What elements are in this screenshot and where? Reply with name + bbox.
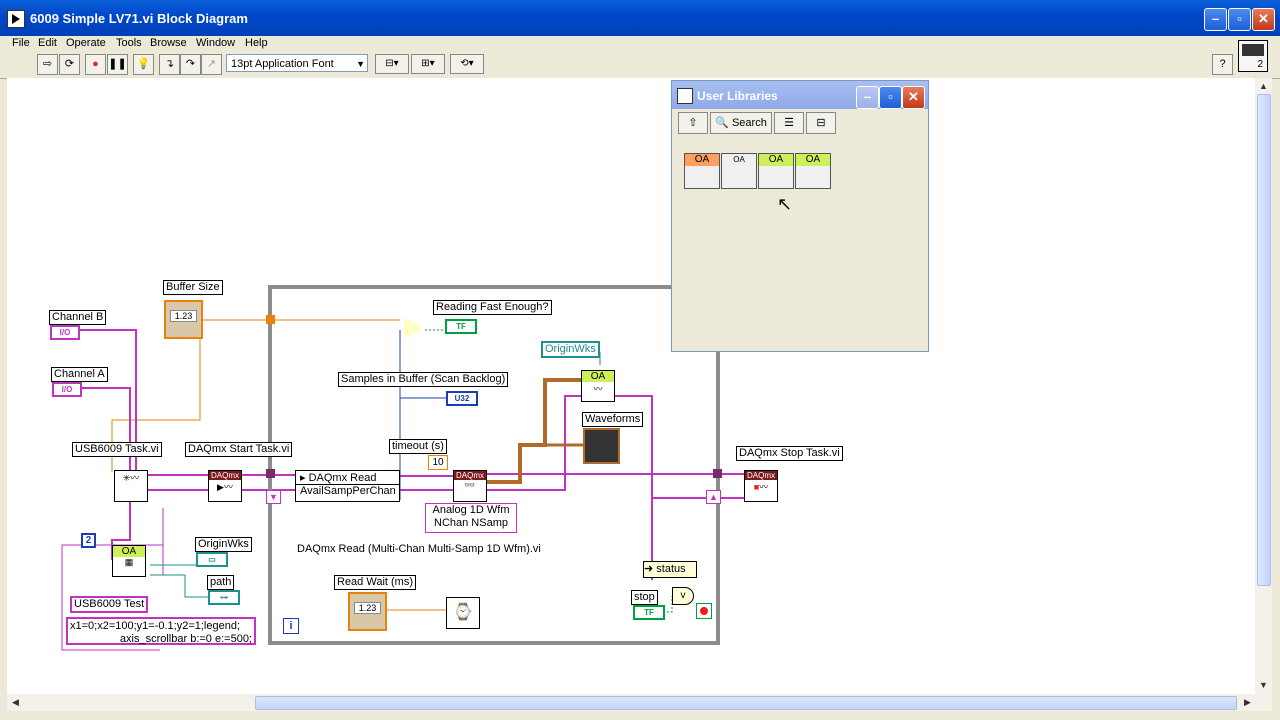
script-string-constant[interactable]: x1=0;x2=100;y1=-0.1;y2=1;legend; axis_sc… bbox=[66, 617, 256, 645]
palette-pin-icon[interactable]: ⊟ bbox=[806, 112, 836, 134]
path-label: path bbox=[207, 575, 235, 590]
shift-register-left[interactable]: ▼ bbox=[266, 490, 281, 504]
stop-button-terminal[interactable]: TF bbox=[633, 605, 665, 620]
palette-oa-icon-1[interactable]: OA bbox=[684, 153, 720, 189]
daqmx-stop-task-node[interactable]: DAQmx ■〰 bbox=[744, 470, 778, 502]
loop-iteration-terminal[interactable]: i bbox=[283, 618, 299, 634]
or-icon[interactable]: v bbox=[672, 587, 694, 605]
palette-search-button[interactable]: 🔍 Search bbox=[710, 112, 772, 134]
palette-app-icon bbox=[677, 88, 693, 104]
palette-up-icon[interactable]: ⇧ bbox=[678, 112, 708, 134]
channel-a-terminal[interactable]: I/O bbox=[52, 382, 82, 397]
timeout-constant[interactable]: 10 bbox=[428, 455, 448, 470]
stop-condition-icon[interactable] bbox=[696, 603, 712, 619]
samples-in-buffer-indicator[interactable]: U32 bbox=[446, 391, 478, 406]
reading-fast-label: Reading Fast Enough? bbox=[433, 300, 552, 315]
buffer-size-control[interactable]: 1.23 bbox=[164, 300, 203, 339]
oa-create-node[interactable]: OA ▦ bbox=[112, 545, 146, 577]
constant-2[interactable]: 2 bbox=[81, 533, 96, 548]
samples-in-buffer-label: Samples in Buffer (Scan Backlog) bbox=[338, 372, 509, 387]
palette-title: User Libraries bbox=[697, 89, 778, 103]
channel-b-terminal[interactable]: I/O bbox=[50, 325, 80, 340]
daqmx-start-task-node[interactable]: DAQmx ▶〰 bbox=[208, 470, 242, 502]
waveforms-indicator[interactable] bbox=[583, 428, 620, 464]
mouse-cursor-icon: ↖ bbox=[777, 194, 793, 214]
stop-label: stop bbox=[631, 590, 658, 605]
usb-task-subvi[interactable]: ✳〰 bbox=[114, 470, 148, 502]
path-indicator[interactable]: ⊶ bbox=[208, 590, 240, 605]
waveforms-label: Waveforms bbox=[582, 412, 644, 427]
read-wait-control[interactable]: 1.23 bbox=[348, 592, 387, 631]
reading-fast-indicator[interactable]: TF bbox=[445, 319, 477, 334]
originwks-label: OriginWks bbox=[541, 341, 600, 358]
usb-task-label: USB6009 Task.vi bbox=[72, 442, 162, 457]
greater-than-icon[interactable] bbox=[404, 318, 424, 338]
usb-test-string[interactable]: USB6009 Test bbox=[70, 596, 149, 613]
start-task-label: DAQmx Start Task.vi bbox=[185, 442, 293, 457]
daqmx-read-property-node[interactable]: ▸ DAQmx Read AvailSampPerChan bbox=[295, 470, 400, 502]
originwks2-indicator[interactable]: ▭ bbox=[196, 552, 228, 567]
buffer-size-label: Buffer Size bbox=[163, 280, 223, 295]
originwks2-label: OriginWks bbox=[195, 537, 252, 552]
palette-minimize-button[interactable]: – bbox=[856, 86, 879, 109]
daqmx-read-polymorphic-selector[interactable]: Analog 1D Wfm NChan NSamp bbox=[425, 503, 517, 533]
wait-ms-icon[interactable]: ⌚ bbox=[446, 597, 480, 629]
oa-send-node[interactable]: OA 〰 bbox=[581, 370, 615, 402]
palette-close-button[interactable]: ✕ bbox=[902, 86, 925, 109]
palette-oa-icon-2[interactable]: OA bbox=[721, 153, 757, 189]
stop-task-label: DAQmx Stop Task.vi bbox=[736, 446, 843, 461]
shift-register-right[interactable]: ▲ bbox=[706, 490, 721, 504]
read-wait-label: Read Wait (ms) bbox=[334, 575, 416, 590]
palette-oa-icon-4[interactable]: OA bbox=[795, 153, 831, 189]
palette-oa-icon-3[interactable]: OA bbox=[758, 153, 794, 189]
palette-view-icon[interactable]: ☰ bbox=[774, 112, 804, 134]
loop-tunnel-task-out bbox=[713, 469, 722, 478]
channel-a-label: Channel A bbox=[51, 367, 108, 382]
daqmx-read-vi-label: DAQmx Read (Multi-Chan Multi-Samp 1D Wfm… bbox=[297, 543, 541, 555]
loop-tunnel-task bbox=[266, 469, 275, 478]
loop-tunnel-orange bbox=[266, 315, 275, 324]
daqmx-read-node[interactable]: DAQmx 👓 bbox=[453, 470, 487, 502]
channel-b-label: Channel B bbox=[49, 310, 107, 325]
palette-maximize-button[interactable]: ▫ bbox=[879, 86, 902, 109]
timeout-label: timeout (s) bbox=[389, 439, 447, 454]
status-unbundle[interactable]: ➜ status bbox=[643, 561, 697, 578]
